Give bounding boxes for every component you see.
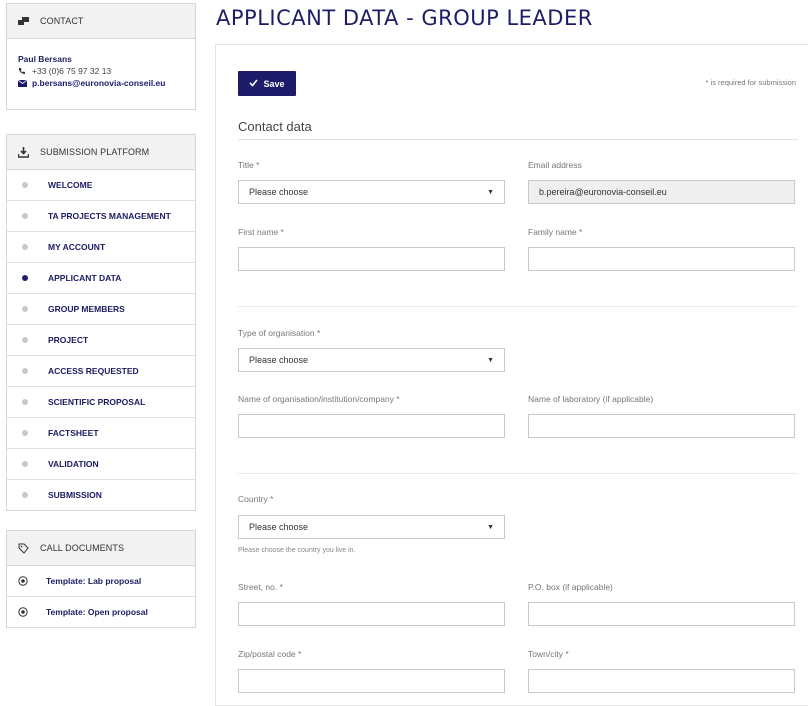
caret-down-icon: ▼	[487, 523, 494, 531]
first-name-label: First name *	[238, 227, 284, 237]
nav-dot	[22, 306, 28, 312]
nav-dot-active	[22, 275, 28, 281]
org-name-input[interactable]	[238, 414, 505, 438]
nav-dot	[22, 430, 28, 436]
nav-item-label: PROJECT	[48, 335, 89, 345]
nav-dot	[22, 213, 28, 219]
nav-item-label: TA PROJECTS MANAGEMENT	[48, 211, 171, 221]
download-icon	[18, 146, 40, 158]
title-select-value: Please choose	[249, 187, 309, 197]
call-documents-header-label: CALL DOCUMENTS	[40, 543, 125, 553]
nav-item-label: MY ACCOUNT	[48, 242, 106, 252]
contact-name: Paul Bersans	[18, 54, 72, 64]
town-input[interactable]	[528, 669, 795, 693]
nav-item-welcome[interactable]: WELCOME	[7, 170, 195, 200]
caret-down-icon: ▼	[487, 356, 494, 364]
check-icon	[249, 78, 259, 89]
town-label: Town/city *	[528, 649, 569, 659]
nav-item-label: SUBMISSION	[48, 490, 102, 500]
circle-arrow-icon	[18, 576, 46, 586]
title-select[interactable]: Please choose ▼	[238, 180, 505, 204]
doc-item-label: Template: Open proposal	[46, 607, 148, 617]
phone-icon	[18, 67, 32, 75]
section-divider	[238, 139, 798, 140]
family-name-input[interactable]	[528, 247, 795, 271]
contact-phone: +33 (0)6 75 97 32 13	[32, 66, 112, 76]
street-input[interactable]	[238, 602, 505, 626]
save-label: Save	[263, 78, 285, 89]
family-name-label: Family name *	[528, 227, 583, 237]
first-name-input[interactable]	[238, 247, 505, 271]
nav-dot	[22, 337, 28, 343]
contact-header-label: CONTACT	[40, 16, 84, 26]
contact-panel: CONTACT Paul Bersans +33 (0)6 75 97 32 1…	[6, 3, 196, 110]
section-title: Contact data	[238, 119, 312, 134]
nav-item-label: APPLICANT DATA	[48, 273, 122, 283]
nav-item-validation[interactable]: VALIDATION	[7, 448, 195, 479]
org-type-label: Type of organisation *	[238, 328, 321, 338]
email-label: Email address	[528, 160, 582, 170]
chat-icon	[18, 16, 40, 26]
nav-item-label: FACTSHEET	[48, 428, 99, 438]
section-separator	[238, 306, 798, 307]
nav-item-project[interactable]: PROJECT	[7, 324, 195, 355]
submission-nav: WELCOME TA PROJECTS MANAGEMENT MY ACCOUN…	[7, 170, 195, 510]
nav-dot	[22, 492, 28, 498]
nav-dot	[22, 461, 28, 467]
zip-input[interactable]	[238, 669, 505, 693]
po-box-input[interactable]	[528, 602, 795, 626]
circle-arrow-icon	[18, 607, 46, 617]
doc-item-lab-proposal[interactable]: Template: Lab proposal	[7, 566, 195, 596]
section-separator	[238, 473, 798, 474]
country-select-value: Please choose	[249, 522, 309, 532]
org-type-select[interactable]: Please choose ▼	[238, 348, 505, 372]
call-documents-panel: CALL DOCUMENTS Template: Lab proposal Te…	[6, 530, 196, 628]
nav-item-my-account[interactable]: MY ACCOUNT	[7, 231, 195, 262]
nav-item-group-members[interactable]: GROUP MEMBERS	[7, 293, 195, 324]
nav-item-label: WELCOME	[48, 180, 93, 190]
call-documents-header: CALL DOCUMENTS	[7, 531, 195, 566]
save-button[interactable]: Save	[238, 71, 296, 96]
nav-dot	[22, 399, 28, 405]
org-type-select-value: Please choose	[249, 355, 309, 365]
org-name-label: Name of organisation/institution/company…	[238, 394, 400, 404]
po-box-label: P.O. box (if applicable)	[528, 582, 613, 592]
country-select[interactable]: Please choose ▼	[238, 515, 505, 539]
nav-item-ta-projects-management[interactable]: TA PROJECTS MANAGEMENT	[7, 200, 195, 231]
country-label: Country *	[238, 494, 274, 504]
submission-header: SUBMISSION PLATFORM	[7, 135, 195, 170]
submission-header-label: SUBMISSION PLATFORM	[40, 147, 150, 157]
page-title: APPLICANT DATA - GROUP LEADER	[216, 6, 593, 30]
doc-item-open-proposal[interactable]: Template: Open proposal	[7, 596, 195, 627]
lab-name-input[interactable]	[528, 414, 795, 438]
contact-email[interactable]: p.bersans@euronovia-conseil.eu	[32, 77, 165, 89]
tag-icon	[18, 543, 40, 554]
nav-item-submission[interactable]: SUBMISSION	[7, 479, 195, 510]
street-label: Street, no. *	[238, 582, 283, 592]
email-field: b.pereira@euronovia-conseil.eu	[528, 180, 795, 204]
nav-item-label: GROUP MEMBERS	[48, 304, 125, 314]
nav-item-access-requested[interactable]: ACCESS REQUESTED	[7, 355, 195, 386]
envelope-icon	[18, 79, 32, 87]
zip-label: Zip/postal code *	[238, 649, 302, 659]
nav-item-label: VALIDATION	[48, 459, 99, 469]
nav-item-label: SCIENTIFIC PROPOSAL	[48, 397, 146, 407]
required-note: * is required for submission	[705, 78, 796, 87]
nav-dot	[22, 244, 28, 250]
submission-panel: SUBMISSION PLATFORM WELCOME TA PROJECTS …	[6, 134, 196, 511]
doc-item-label: Template: Lab proposal	[46, 576, 142, 586]
nav-dot	[22, 182, 28, 188]
title-label: Title *	[238, 160, 260, 170]
nav-item-label: ACCESS REQUESTED	[48, 366, 139, 376]
contact-header: CONTACT	[7, 4, 195, 39]
nav-item-applicant-data[interactable]: APPLICANT DATA	[7, 262, 195, 293]
nav-item-factsheet[interactable]: FACTSHEET	[7, 417, 195, 448]
lab-name-label: Name of laboratory (if applicable)	[528, 394, 654, 404]
caret-down-icon: ▼	[487, 188, 494, 196]
country-hint: Please choose the country you live in.	[238, 547, 356, 554]
nav-item-scientific-proposal[interactable]: SCIENTIFIC PROPOSAL	[7, 386, 195, 417]
nav-dot	[22, 368, 28, 374]
